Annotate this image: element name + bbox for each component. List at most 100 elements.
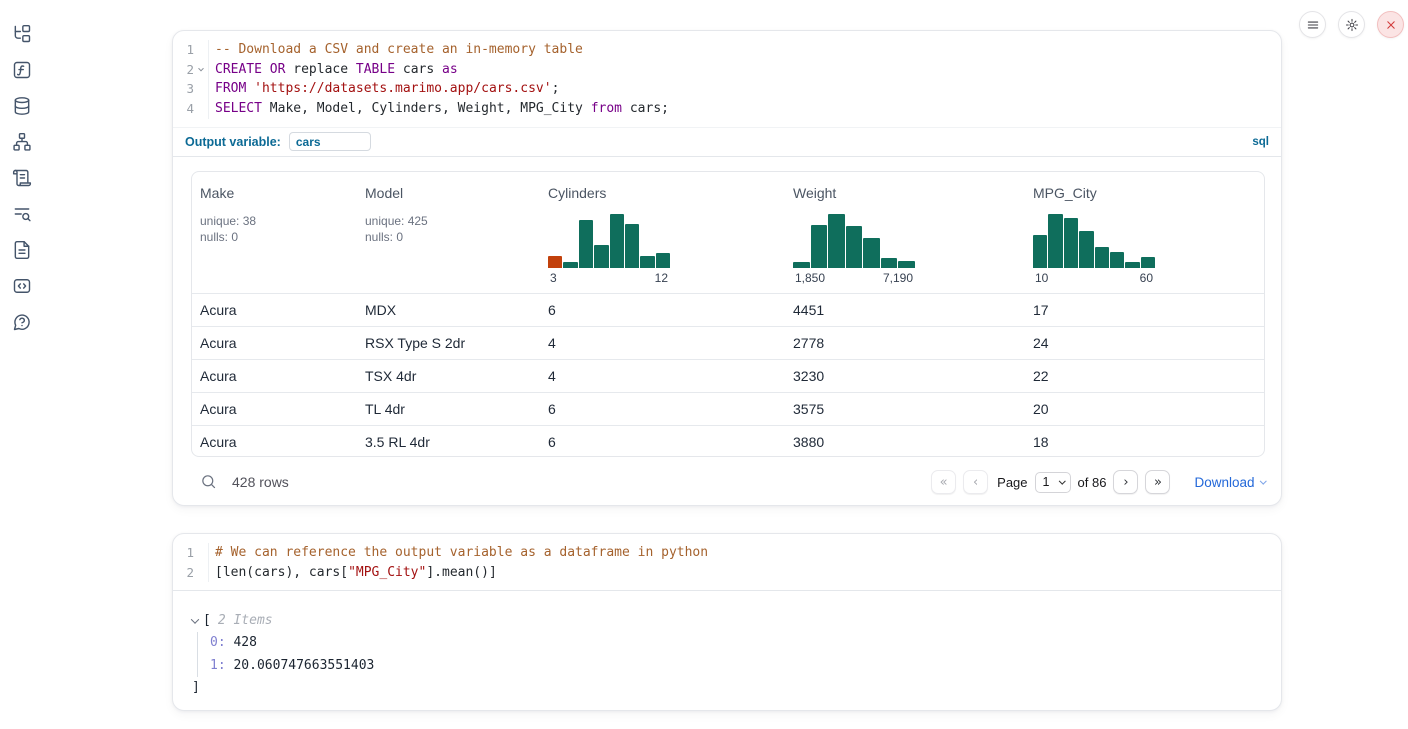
next-page-button[interactable]: › bbox=[1113, 470, 1138, 494]
line-number: 4 bbox=[173, 99, 209, 119]
page-select[interactable]: 1 bbox=[1035, 472, 1071, 493]
download-button[interactable]: Download bbox=[1194, 475, 1265, 490]
weight-histogram[interactable]: 1,850 7,190 bbox=[793, 214, 1017, 285]
settings-gear-icon[interactable] bbox=[1338, 11, 1365, 38]
hist-min-label: 1,850 bbox=[795, 271, 825, 285]
item-index: 1: bbox=[210, 658, 226, 673]
item-value: 20.060747663551403 bbox=[226, 658, 375, 673]
output-variable-label: Output variable: bbox=[185, 135, 281, 149]
help-icon[interactable] bbox=[11, 311, 33, 333]
table-row[interactable]: Acura3.5 RL 4dr6388018 bbox=[192, 425, 1264, 457]
first-page-button[interactable]: « bbox=[931, 470, 956, 494]
last-page-button[interactable]: » bbox=[1145, 470, 1170, 494]
hist-bar bbox=[640, 256, 654, 268]
table-cell: Acura bbox=[192, 368, 357, 384]
cylinders-histogram[interactable]: 3 12 bbox=[548, 214, 777, 285]
column-header-make[interactable]: Make unique: 38 nulls: 0 bbox=[192, 172, 357, 293]
table-cell: 3.5 RL 4dr bbox=[357, 434, 540, 450]
code-line[interactable]: 3FROM 'https://datasets.marimo.app/cars.… bbox=[173, 79, 1281, 99]
table-cell: TL 4dr bbox=[357, 401, 540, 417]
hist-bar bbox=[1095, 247, 1109, 268]
table-body: AcuraMDX6445117AcuraRSX Type S 2dr427782… bbox=[192, 293, 1264, 457]
table-cell: 17 bbox=[1025, 302, 1264, 318]
snippets-icon[interactable] bbox=[11, 275, 33, 297]
hist-bar bbox=[1048, 214, 1062, 268]
hist-bar bbox=[881, 258, 898, 268]
data-table: Make unique: 38 nulls: 0 Model unique: 4… bbox=[191, 171, 1265, 457]
hist-bar bbox=[579, 220, 593, 268]
column-header-cylinders[interactable]: Cylinders 3 12 bbox=[540, 172, 785, 293]
dependency-graph-icon[interactable] bbox=[11, 131, 33, 153]
code-line[interactable]: 4SELECT Make, Model, Cylinders, Weight, … bbox=[173, 99, 1281, 119]
output-list-item: 0: 428 bbox=[210, 632, 1281, 655]
table-cell: 4 bbox=[540, 368, 785, 384]
table-cell: 3575 bbox=[785, 401, 1025, 417]
line-number: 1 bbox=[173, 543, 209, 563]
table-cell: 6 bbox=[540, 401, 785, 417]
table-row[interactable]: AcuraRSX Type S 2dr4277824 bbox=[192, 326, 1264, 359]
scroll-log-icon[interactable] bbox=[11, 167, 33, 189]
output-variable-input[interactable] bbox=[289, 132, 371, 151]
column-header-mpg-city[interactable]: MPG_City 10 60 bbox=[1025, 172, 1264, 293]
functions-icon[interactable] bbox=[11, 59, 33, 81]
hist-bar bbox=[811, 225, 828, 268]
list-search-icon[interactable] bbox=[11, 203, 33, 225]
code-line[interactable]: 1# We can reference the output variable … bbox=[173, 543, 1281, 563]
document-icon[interactable] bbox=[11, 239, 33, 261]
table-cell: MDX bbox=[357, 302, 540, 318]
column-header-weight[interactable]: Weight 1,850 7,190 bbox=[785, 172, 1025, 293]
stat-nulls: nulls: 0 bbox=[365, 229, 532, 245]
table-row[interactable]: AcuraTSX 4dr4323022 bbox=[192, 359, 1264, 392]
output-list-item: 1: 20.060747663551403 bbox=[210, 655, 1281, 678]
file-tree-icon[interactable] bbox=[11, 23, 33, 45]
table-cell: Acura bbox=[192, 335, 357, 351]
python-cell: 1# We can reference the output variable … bbox=[172, 533, 1282, 711]
page-of-label: of 86 bbox=[1078, 475, 1107, 490]
prev-page-button[interactable]: ‹ bbox=[963, 470, 988, 494]
hist-bar bbox=[610, 214, 624, 268]
table-cell: Acura bbox=[192, 302, 357, 318]
code-line[interactable]: 2CREATE OR replace TABLE cars as bbox=[173, 60, 1281, 80]
hist-max-label: 12 bbox=[655, 271, 668, 285]
hist-bar bbox=[793, 262, 810, 268]
hist-max-label: 60 bbox=[1140, 271, 1153, 285]
hist-bar bbox=[1125, 262, 1139, 268]
table-cell: Acura bbox=[192, 434, 357, 450]
table-cell: 3880 bbox=[785, 434, 1025, 450]
table-row[interactable]: AcuraTL 4dr6357520 bbox=[192, 392, 1264, 425]
hist-max-label: 7,190 bbox=[883, 271, 913, 285]
hist-bar bbox=[1141, 257, 1155, 268]
hist-min-label: 3 bbox=[550, 271, 557, 285]
output-list-header[interactable]: [ 2 Items bbox=[192, 610, 1281, 632]
menu-icon[interactable] bbox=[1299, 11, 1326, 38]
mpg-city-histogram[interactable]: 10 60 bbox=[1033, 214, 1256, 285]
stat-nulls: nulls: 0 bbox=[200, 229, 349, 245]
python-code-editor[interactable]: 1# We can reference the output variable … bbox=[173, 534, 1281, 591]
hist-bar bbox=[594, 245, 608, 268]
rows-count: 428 rows bbox=[232, 474, 289, 490]
database-icon[interactable] bbox=[11, 95, 33, 117]
code-line[interactable]: 1-- Download a CSV and create an in-memo… bbox=[173, 40, 1281, 60]
search-icon[interactable] bbox=[199, 473, 217, 491]
table-cell: 2778 bbox=[785, 335, 1025, 351]
table-row[interactable]: AcuraMDX6445117 bbox=[192, 293, 1264, 326]
chevron-down-icon bbox=[1059, 477, 1065, 483]
output-variable-row: Output variable: sql bbox=[173, 127, 1281, 157]
table-footer: 428 rows « ‹ Page 1 of 86 › » Download bbox=[191, 457, 1265, 507]
language-badge: sql bbox=[1252, 136, 1269, 148]
line-number: 2 bbox=[173, 60, 209, 80]
table-cell: 18 bbox=[1025, 434, 1264, 450]
hist-bar bbox=[1064, 218, 1078, 268]
code-line[interactable]: 2[len(cars), cars["MPG_City"].mean()] bbox=[173, 563, 1281, 583]
table-cell: 6 bbox=[540, 302, 785, 318]
item-value: 428 bbox=[226, 635, 257, 650]
column-header-model[interactable]: Model unique: 425 nulls: 0 bbox=[357, 172, 540, 293]
fold-chevron-icon[interactable] bbox=[198, 65, 204, 71]
page-label: Page bbox=[997, 475, 1027, 490]
collapse-chevron-icon[interactable] bbox=[191, 616, 199, 624]
hist-bar bbox=[828, 214, 845, 268]
sidebar bbox=[0, 0, 44, 729]
close-icon[interactable] bbox=[1377, 11, 1404, 38]
line-number: 1 bbox=[173, 40, 209, 60]
sql-code-editor[interactable]: 1-- Download a CSV and create an in-memo… bbox=[173, 31, 1281, 127]
